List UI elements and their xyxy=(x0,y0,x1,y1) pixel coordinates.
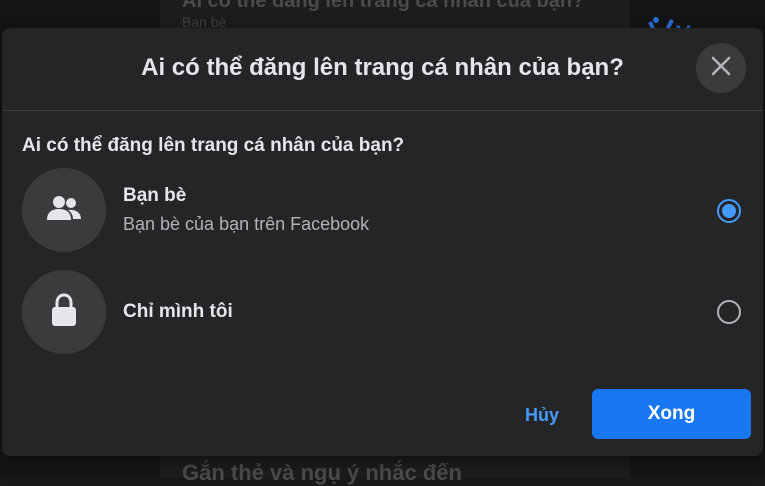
option-only-me-title: Chỉ mình tôi xyxy=(123,301,233,322)
radio-friends-selected[interactable] xyxy=(717,199,741,223)
option-friends-subtitle: Bạn bè của bạn trên Facebook xyxy=(123,214,370,234)
close-button[interactable] xyxy=(696,43,746,93)
close-icon xyxy=(710,55,732,82)
option-only-me[interactable]: Chỉ mình tôi xyxy=(22,270,751,356)
option-friends[interactable]: Bạn bè Bạn bè của bạn trên Facebook xyxy=(22,168,751,254)
audience-dialog: Ai có thể đăng lên trang cá nhân của bạn… xyxy=(2,28,763,456)
dialog-title: Ai có thể đăng lên trang cá nhân của bạn… xyxy=(141,54,624,81)
lock-icon-circle xyxy=(22,270,106,354)
dialog-header: Ai có thể đăng lên trang cá nhân của bạn… xyxy=(2,28,763,111)
background-heading: Ai có thể đăng lên trang cá nhân của bạn… xyxy=(182,0,585,12)
audience-question: Ai có thể đăng lên trang cá nhân của bạn… xyxy=(22,135,405,156)
radio-only-me[interactable] xyxy=(717,300,741,324)
background-section-heading: Gắn thẻ và ngụ ý nhắc đến xyxy=(182,460,462,485)
friends-icon xyxy=(46,195,82,226)
lock-icon xyxy=(50,292,78,332)
option-friends-title: Bạn bè xyxy=(123,185,187,206)
radio-dot xyxy=(722,204,736,218)
cancel-button[interactable]: Hủy xyxy=(507,390,577,440)
done-button[interactable]: Xong xyxy=(592,389,751,439)
friends-icon-circle xyxy=(22,168,106,252)
